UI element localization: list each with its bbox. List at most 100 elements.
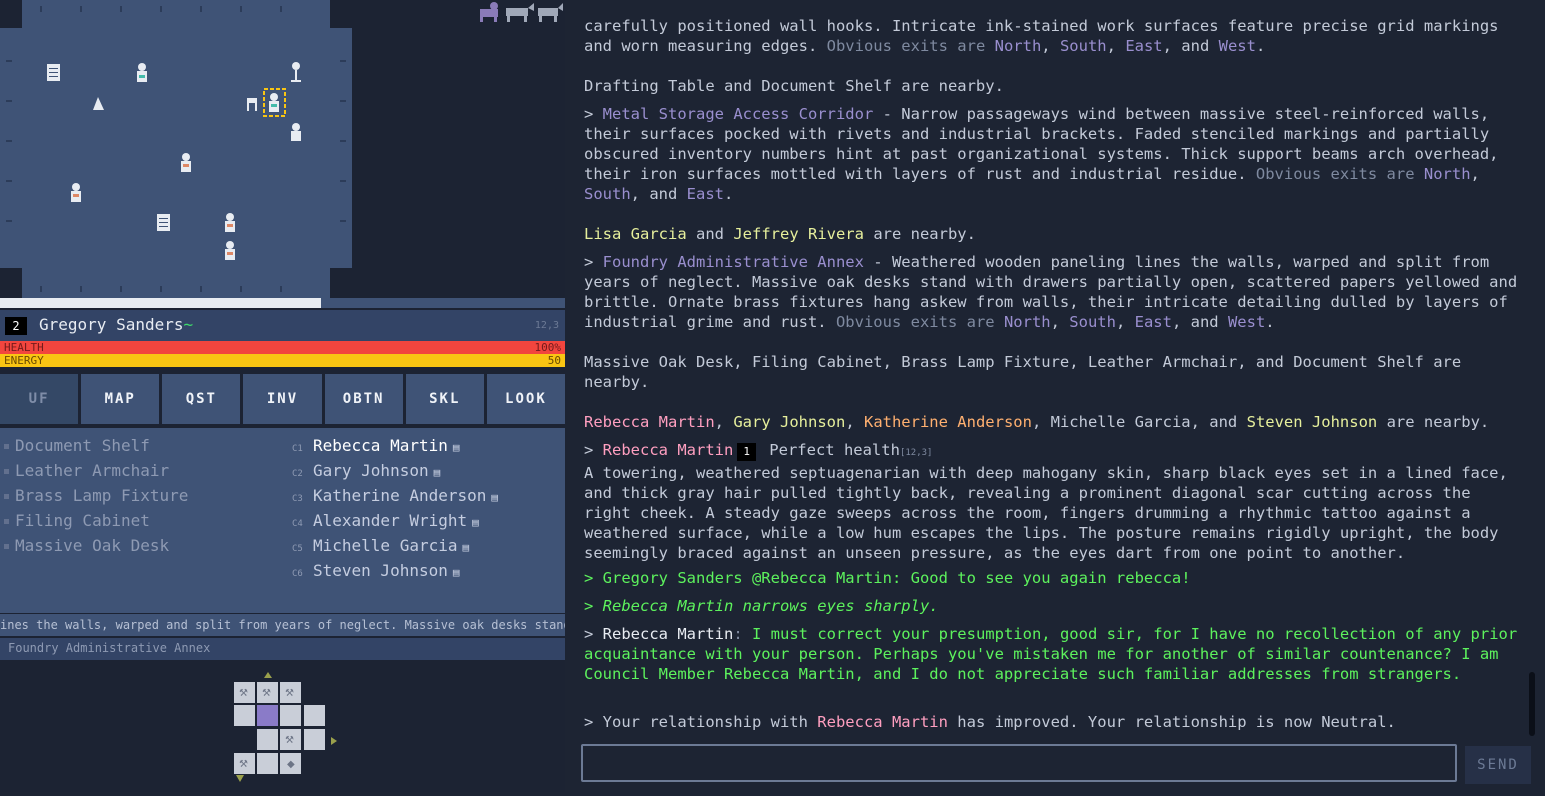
log-entry: Massive Oak Desk, Filing Cabinet, Brass … <box>584 353 1471 391</box>
character-icon <box>225 213 235 232</box>
svg-text:◆: ◆ <box>287 759 295 770</box>
svg-text:⚒: ⚒ <box>285 688 294 699</box>
speech-icon[interactable]: ▤ <box>434 463 441 483</box>
bullet-icon <box>4 519 9 524</box>
character-icon <box>137 63 147 82</box>
health-bar: HEALTH 100% <box>0 341 565 354</box>
character-code: C4 <box>292 519 303 529</box>
svg-text:⚒: ⚒ <box>285 735 294 746</box>
log-entry: > Rebecca Martin 1 Perfect health[12,3] A … <box>584 441 1518 562</box>
speech-icon[interactable]: ▤ <box>491 488 498 508</box>
tab-uf[interactable]: UF <box>0 374 79 424</box>
object-label: Brass Lamp Fixture <box>15 486 189 505</box>
object-item[interactable]: Leather Armchair <box>4 461 188 486</box>
character-icon <box>225 241 235 260</box>
character-icon <box>71 183 81 202</box>
health-label: HEALTH <box>4 341 44 354</box>
npc-level-badge: 1 <box>737 443 756 461</box>
object-item[interactable]: Filing Cabinet <box>4 511 188 536</box>
character-code: C6 <box>292 569 303 579</box>
player-icon <box>263 88 286 117</box>
minimap[interactable]: ⚒ ⚒ ⚒ ⚒ ⚒ ◆ <box>0 662 565 792</box>
document-shelf-icon <box>157 214 170 231</box>
speech-icon[interactable]: ▤ <box>463 538 470 558</box>
minimap-grid: ⚒ ⚒ ⚒ ⚒ ⚒ ◆ <box>234 672 337 782</box>
left-panel: 2 Gregory Sanders~ 12,3 HEALTH 100% ENERG… <box>0 0 565 792</box>
character-item[interactable]: C5 Michelle Garcia ▤ <box>292 536 498 561</box>
speech-icon[interactable]: ▤ <box>472 513 479 533</box>
log-entry: > Your relationship with Rebecca Martin … <box>584 713 1396 731</box>
health-value: 100% <box>534 341 562 354</box>
character-name-suffix: ~ <box>183 315 194 334</box>
object-item[interactable]: Brass Lamp Fixture <box>4 486 188 511</box>
message-log: carefully positioned wall hooks. Intrica… <box>584 0 1524 740</box>
log-entry: > Rebecca Martin: I must correct your pr… <box>584 625 1527 683</box>
description-ticker: ines the walls, warped and split from ye… <box>0 614 565 636</box>
character-code: C1 <box>292 444 303 454</box>
log-entry: Drafting Table and Document Shelf are ne… <box>584 77 1004 95</box>
nearby-characters-list: C1 Rebecca Martin ▤ C2 Gary Johnson ▤ C3 Kath… <box>292 436 498 586</box>
map-sprites <box>47 62 301 260</box>
current-room-marker <box>257 705 278 726</box>
energy-label: ENERGY <box>4 354 44 367</box>
character-code: C3 <box>292 494 303 504</box>
log-entry: > Gregory Sanders @Rebecca Martin: Good … <box>584 569 1191 587</box>
svg-text:⚒: ⚒ <box>239 759 248 770</box>
energy-value: 50 <box>547 354 561 367</box>
object-label: Leather Armchair <box>15 461 170 480</box>
character-code: C2 <box>292 469 303 479</box>
tab-inventory[interactable]: INV <box>243 374 322 424</box>
tab-quest[interactable]: QST <box>162 374 241 424</box>
nearby-objects-list: Document Shelf Leather Armchair Brass La… <box>4 436 188 561</box>
armchair-icon <box>93 97 104 110</box>
panel-tabs: UF MAP QST INV OBTN SKL LOOK <box>0 374 565 424</box>
document-shelf-icon <box>47 64 60 81</box>
bullet-icon <box>4 544 9 549</box>
object-item[interactable]: Massive Oak Desk <box>4 536 188 561</box>
character-coords: 12,3 <box>534 320 559 331</box>
character-item[interactable]: C1 Rebecca Martin ▤ <box>292 436 498 461</box>
bullet-icon <box>4 444 9 449</box>
character-level-badge: 2 <box>5 317 27 335</box>
character-label: Katherine Anderson <box>313 486 487 505</box>
svg-text:⚒: ⚒ <box>239 688 248 699</box>
character-label: Michelle Garcia <box>313 536 458 555</box>
lamp-icon <box>291 62 301 82</box>
log-panel: carefully positioned wall hooks. Intrica… <box>567 0 1545 792</box>
character-icon <box>181 153 191 172</box>
log-entry: Lisa Garcia and Jeffrey Rivera are nearb… <box>584 225 976 243</box>
tab-obtain[interactable]: OBTN <box>324 374 403 424</box>
character-icon <box>291 123 301 141</box>
log-entry: carefully positioned wall hooks. Intrica… <box>584 17 1508 55</box>
character-item[interactable]: C6 Steven Johnson ▤ <box>292 561 498 586</box>
object-label: Massive Oak Desk <box>15 536 170 555</box>
character-item[interactable]: C3 Katherine Anderson ▤ <box>292 486 498 511</box>
bullet-icon <box>4 494 9 499</box>
bullet-icon <box>4 469 9 474</box>
character-name: Gregory Sanders~ <box>39 315 193 334</box>
send-button[interactable]: SEND <box>1465 746 1531 784</box>
location-label: Foundry Administrative Annex <box>0 638 565 660</box>
speech-icon[interactable]: ▤ <box>453 438 460 458</box>
character-label: Steven Johnson <box>313 561 448 580</box>
character-item[interactable]: C2 Gary Johnson ▤ <box>292 461 498 486</box>
game-window: 2 Gregory Sanders~ 12,3 HEALTH 100% ENERG… <box>0 0 1545 792</box>
character-item[interactable]: C4 Alexander Wright ▤ <box>292 511 498 536</box>
log-entry: > Rebecca Martin narrows eyes sharply. <box>584 597 939 615</box>
tab-map[interactable]: MAP <box>81 374 160 424</box>
log-entry: > Foundry Administrative Annex - Weather… <box>584 253 1527 331</box>
svg-text:⚒: ⚒ <box>262 688 271 699</box>
log-entry: > Metal Storage Access Corridor - Narrow… <box>584 105 1508 203</box>
tab-skills[interactable]: SKL <box>405 374 484 424</box>
map-view[interactable] <box>0 0 565 298</box>
chat-input[interactable] <box>581 744 1457 782</box>
desk-icon <box>247 98 257 111</box>
tab-look[interactable]: LOOK <box>486 374 565 424</box>
log-entry: Rebecca Martin, Gary Johnson, Katherine … <box>584 413 1490 431</box>
speech-icon[interactable]: ▤ <box>453 563 460 583</box>
mount-icons <box>480 2 563 22</box>
object-item[interactable]: Document Shelf <box>4 436 188 461</box>
map-progress-fill <box>0 298 321 308</box>
energy-bar: ENERGY 50 <box>0 354 565 367</box>
log-scrollbar[interactable] <box>1529 672 1535 736</box>
